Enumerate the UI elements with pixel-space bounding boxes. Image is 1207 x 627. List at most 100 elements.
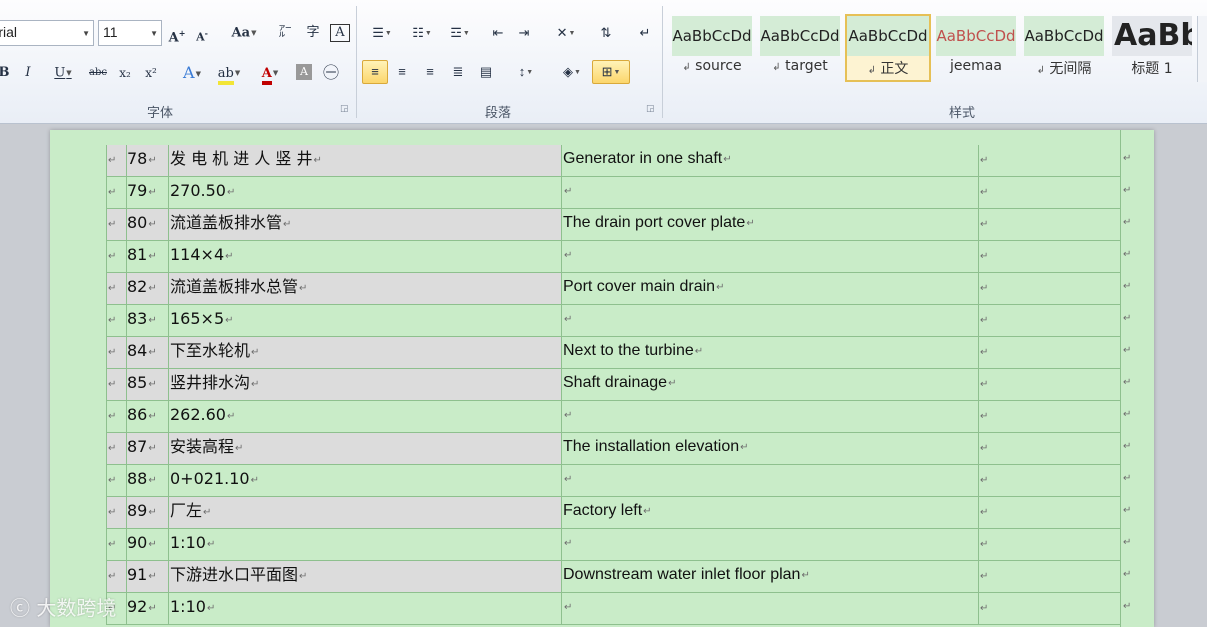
align-left-icon[interactable]: ≡ [362,60,388,84]
notes-cell[interactable]: ↵ [978,273,1120,304]
source-text-cell[interactable]: 下游进水口平面图↵ [168,561,561,592]
source-text-cell[interactable]: 发 电 机 进 人 竖 井↵ [168,145,561,176]
segment-number-cell[interactable]: 83↵ [126,305,168,336]
segment-number-cell[interactable]: 84↵ [126,337,168,368]
phonetic-guide-icon[interactable]: ㌃ [274,22,296,44]
notes-cell[interactable]: ↵ [978,177,1120,208]
source-text-cell[interactable]: 流道盖板排水管↵ [168,209,561,240]
text-effects-icon[interactable]: A▼ [176,62,208,84]
target-text-cell[interactable]: ↵ [561,529,978,560]
shrink-font-button[interactable]: A- [192,22,212,44]
segment-number-cell[interactable]: 87↵ [126,433,168,464]
source-text-cell[interactable]: 270.50↵ [168,177,561,208]
document-page[interactable]: ↵ 78↵ 发 电 机 进 人 竖 井↵ Generator in one shaft… [50,130,1154,627]
font-color-icon[interactable]: A▼ [252,62,288,85]
target-text-cell[interactable]: The drain port cover plate↵ [561,209,978,240]
target-text-cell[interactable]: Port cover main drain↵ [561,273,978,304]
notes-cell[interactable]: ↵ [978,593,1120,624]
source-text-cell[interactable]: 竖井排水沟↵ [168,369,561,400]
style-normal[interactable]: AaBbCcDd ↲ 正文 [845,14,931,82]
chinese-layout-icon[interactable]: ✕▼ [550,22,582,44]
align-right-icon[interactable]: ≡ [420,61,440,83]
notes-cell[interactable]: ↵ [978,241,1120,272]
segment-number-cell[interactable]: 89↵ [126,497,168,528]
distributed-icon[interactable]: ▤ [476,61,496,83]
style-heading-1[interactable]: AaBb 标题 1 [1112,16,1192,80]
notes-cell[interactable]: ↵ [978,145,1120,176]
target-text-cell[interactable]: ↵ [561,241,978,272]
segment-number-cell[interactable]: 81↵ [126,241,168,272]
enclose-characters-icon[interactable]: 字 [302,22,324,44]
borders-icon[interactable]: ⊞▼ [592,60,630,84]
target-text-cell[interactable]: ↵ [561,305,978,336]
notes-cell[interactable]: ↵ [978,529,1120,560]
subscript-button[interactable]: x₂ [114,62,136,84]
align-center-icon[interactable]: ≡ [392,61,412,83]
character-border-icon[interactable]: A [330,24,350,42]
justify-icon[interactable]: ≣ [448,61,468,83]
style-no-spacing[interactable]: AaBbCcDd ↲ 无间隔 [1024,16,1104,80]
grow-font-button[interactable]: A+ [166,22,188,45]
italic-button[interactable]: I [20,62,36,84]
segment-number-cell[interactable]: 78↵ [126,145,168,176]
segment-number-cell[interactable]: 80↵ [126,209,168,240]
multilevel-list-icon[interactable]: ☲▼ [444,22,476,44]
target-text-cell[interactable]: The installation elevation↵ [561,433,978,464]
target-text-cell[interactable]: Shaft drainage↵ [561,369,978,400]
segment-number-cell[interactable]: 85↵ [126,369,168,400]
font-size-combo[interactable]: 11 ▼ [98,20,162,46]
paragraph-dialog-launcher-icon[interactable]: ◲ [646,104,655,114]
superscript-button[interactable]: x² [140,62,162,84]
segment-number-cell[interactable]: 82↵ [126,273,168,304]
style-source[interactable]: AaBbCcDd ↲ source [672,16,752,80]
character-shading-icon[interactable]: A [296,64,312,80]
segment-number-cell[interactable]: 90↵ [126,529,168,560]
target-text-cell[interactable]: Factory left↵ [561,497,978,528]
notes-cell[interactable]: ↵ [978,369,1120,400]
enclose-char-circle-icon[interactable]: ㊀ [320,62,342,84]
increase-indent-icon[interactable]: ⇥ [514,22,534,44]
source-text-cell[interactable]: 厂左↵ [168,497,561,528]
source-text-cell[interactable]: 流道盖板排水总管↵ [168,273,561,304]
notes-cell[interactable]: ↵ [978,561,1120,592]
source-text-cell[interactable]: 1:10↵ [168,529,561,560]
style-jeemaa[interactable]: AaBbCcDd jeemaa [936,16,1016,80]
segment-number-cell[interactable]: 92↵ [126,593,168,624]
bold-button[interactable]: B [0,62,12,84]
source-text-cell[interactable]: 0+021.10↵ [168,465,561,496]
highlight-color-icon[interactable]: ab▼ [212,62,246,85]
show-formatting-marks-icon[interactable]: ↵ [636,22,654,44]
target-text-cell[interactable]: ↵ [561,401,978,432]
numbering-icon[interactable]: ☷▼ [404,22,440,44]
line-spacing-icon[interactable]: ↕▼ [510,61,542,83]
bullets-icon[interactable]: ☰▼ [364,22,400,44]
source-text-cell[interactable]: 1:10↵ [168,593,561,624]
sort-icon[interactable]: ⇅ [594,22,618,44]
target-text-cell[interactable]: ↵ [561,465,978,496]
segment-number-cell[interactable]: 79↵ [126,177,168,208]
strikethrough-button[interactable]: abc [86,62,110,84]
target-text-cell[interactable]: ↵ [561,177,978,208]
change-case-button[interactable]: Aa▼ [228,22,260,44]
styles-gallery-scrollbar[interactable] [1197,16,1207,82]
notes-cell[interactable]: ↵ [978,465,1120,496]
underline-button[interactable]: U▼ [46,62,80,84]
segment-number-cell[interactable]: 91↵ [126,561,168,592]
notes-cell[interactable]: ↵ [978,209,1120,240]
source-text-cell[interactable]: 安装高程↵ [168,433,561,464]
notes-cell[interactable]: ↵ [978,433,1120,464]
notes-cell[interactable]: ↵ [978,337,1120,368]
source-text-cell[interactable]: 262.60↵ [168,401,561,432]
target-text-cell[interactable]: Downstream water inlet floor plan↵ [561,561,978,592]
segment-number-cell[interactable]: 86↵ [126,401,168,432]
notes-cell[interactable]: ↵ [978,497,1120,528]
decrease-indent-icon[interactable]: ⇤ [488,22,508,44]
font-name-combo[interactable]: Arial ▼ [0,20,94,46]
source-text-cell[interactable]: 下至水轮机↵ [168,337,561,368]
shading-icon[interactable]: ◈▼ [556,61,588,83]
target-text-cell[interactable]: Next to the turbine↵ [561,337,978,368]
notes-cell[interactable]: ↵ [978,401,1120,432]
notes-cell[interactable]: ↵ [978,305,1120,336]
source-text-cell[interactable]: 165×5↵ [168,305,561,336]
source-text-cell[interactable]: 114×4↵ [168,241,561,272]
